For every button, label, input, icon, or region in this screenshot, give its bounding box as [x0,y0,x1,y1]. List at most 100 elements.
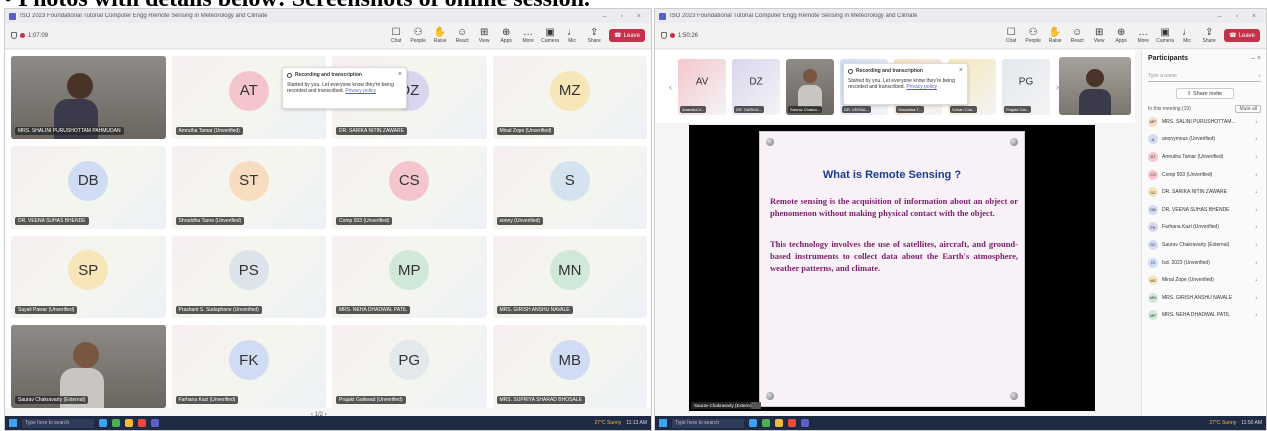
right-taskbar: Type here to search 27°C Sunny 11:50 AM [655,416,1266,430]
pin-icon [766,138,774,146]
participant-row[interactable]: Aanonymous (Unverified) ♩ [1148,131,1261,149]
chevron-left-icon[interactable]: ‹ [669,82,672,92]
close-icon[interactable]: × [398,71,402,78]
participant-row[interactable]: IS Isd. 2023 (Unverified) ♩ [1148,254,1261,272]
toolbar-button-share[interactable]: ⇪ Share [583,27,605,44]
toolbar-label: More [1137,38,1149,44]
participant-row[interactable]: MP MRS. SALINI PURUSHOTTAM... ♩ [1148,113,1261,131]
teams-icon[interactable] [151,419,159,427]
taskbar-search[interactable]: Type here to search [22,418,94,428]
toolbar-button-people[interactable]: ⚇ People [407,27,429,44]
leave-button[interactable]: ☎ Leave [609,29,645,42]
toolbar-button-react[interactable]: ☺ React [1066,27,1088,44]
participant-tile[interactable]: PG Prajakt Gaikwad (Unverified) [332,325,487,408]
share-invite-button[interactable]: ⇪ Share invite [1175,88,1234,99]
participant-tile[interactable]: DB DR. VEENA SUHAS BHENDE [11,145,166,229]
participant-tile[interactable]: MRS. SHALINI PURUSHOTTAM PAHMUDAN [11,56,166,139]
participant-tile[interactable]: AV Anamika V... [678,58,726,115]
participant-name: MRS. NEHA DHADWAL PATIL [1162,312,1231,319]
task-view-icon[interactable] [749,419,757,427]
toolbar-label: Camera [1156,38,1175,44]
participant-tile[interactable]: DZ DR. SARIKA... [732,58,780,115]
participant-row[interactable]: CS Comp 503 (Unverified) ♩ [1148,166,1261,184]
participant-tile[interactable]: CS Comp 503 (Unverified) [332,145,487,229]
teams-icon[interactable] [801,419,809,427]
participant-search-input[interactable]: Type a name ⌕ [1148,71,1261,82]
avatar: PG [1018,76,1034,88]
app-icon[interactable] [788,419,796,427]
participant-tile[interactable]: Ssonny (Unverified) [492,145,647,229]
participant-row[interactable]: DZ DR. SARIKA NITIN ZAWARE ♩ [1148,183,1261,201]
stage-control-icon[interactable] [751,402,761,409]
toolbar-label: Raise [433,38,447,44]
toolbar-button-chat[interactable]: ☐ Chat [1000,27,1022,44]
shared-content-stage: What is Remote Sensing ? Remote sensing … [689,125,1095,411]
toolbar-button-apps[interactable]: ⊕ Apps [1110,27,1132,44]
toolbar-button-raise[interactable]: ✋ Raise [1044,27,1066,44]
taskbar-search[interactable]: Type here to search [672,418,744,428]
toolbar-button-view[interactable]: ⊞ View [473,27,495,44]
windows-start-icon[interactable] [659,419,667,427]
pin-icon [1010,392,1018,400]
app-icon[interactable] [138,419,146,427]
participant-row[interactable]: MP MRS. NEHA DHADWAL PATIL ♩ [1148,307,1261,325]
participant-row[interactable]: FK Farhana Kazi (Unverified) ♩ [1148,219,1261,237]
participant-name: Saurav Chakra... [788,105,823,113]
participant-row[interactable]: MN MRS. GIRISH ANSHU NAVALE ♩ [1148,289,1261,307]
window-controls[interactable]: – ▫ × [1218,13,1262,20]
slide-paragraph-1: Remote sensing is the acquisition of inf… [770,196,1018,218]
participant-tile[interactable]: FK Farhana Kazi (Unverified) [171,325,326,408]
participant-name: MRS. SALINI PURUSHOTTAM... [1162,118,1236,125]
toolbar-button-mic[interactable]: ♩ Mic [1176,27,1198,44]
chrome-icon[interactable] [762,419,770,427]
participant-tile[interactable]: ST Shraddha Tarne (Unverified) [171,145,326,229]
toolbar-button-more[interactable]: … More [517,27,539,44]
toolbar-button-react[interactable]: ☺ React [451,27,473,44]
participant-row[interactable]: MZ Minal Zope (Unverified) ♩ [1148,271,1261,289]
windows-start-icon[interactable] [9,419,17,427]
participant-tile[interactable]: MB MRS. SUPRIYA SHARAD BHOSALE [492,325,647,408]
toolbar-button-people[interactable]: ⚇ People [1022,27,1044,44]
toolbar-button-view[interactable]: ⊞ View [1088,27,1110,44]
toolbar-button-raise[interactable]: ✋ Raise [429,27,451,44]
toolbar-button-apps[interactable]: ⊕ Apps [495,27,517,44]
teams-icon [9,12,16,20]
avatar: FK [228,340,269,380]
toolbar-button-chat[interactable]: ☐ Chat [385,27,407,44]
participant-row[interactable]: DB DR. VEENA SUHAS BHENDE ♩ [1148,201,1261,219]
toolbar-button-share[interactable]: ⇪ Share [1198,27,1220,44]
leave-button[interactable]: ☎ Leave [1224,29,1260,42]
participant-name: Farhana Kazi (Unverified) [175,396,239,404]
explorer-icon[interactable] [775,419,783,427]
toolbar-button-camera[interactable]: ▣ Camera [1154,27,1176,44]
close-icon[interactable]: × [959,67,963,74]
chrome-icon[interactable] [112,419,120,427]
toolbar-button-mic[interactable]: ♩ Mic [561,27,583,44]
window-controls[interactable]: – ▫ × [603,13,647,20]
clock-text: 11:50 AM [1241,420,1262,426]
mute-all-button[interactable]: Mute all [1235,105,1261,113]
panel-controls[interactable]: – × [1251,55,1261,62]
privacy-link[interactable]: Privacy policy [345,88,376,94]
toolbar-button-camera[interactable]: ▣ Camera [539,27,561,44]
participant-tile[interactable]: MZ Minal Zope (Unverified) [492,56,647,139]
explorer-icon[interactable] [125,419,133,427]
participant-row[interactable]: AT Amrutha Tamar (Unverified) ♩ [1148,148,1261,166]
participant-tile[interactable]: MP MRS. NEHA DHADWAL PATIL [332,235,487,319]
participant-row[interactable]: SC Saurav Chakravarty (External) ♩ [1148,236,1261,254]
participant-tile[interactable]: Saurav Chakra... [786,58,834,115]
people-icon: ⚇ [1028,27,1038,38]
participant-tile[interactable]: SP Sayali Pawar (Unverified) [11,235,166,319]
teams-icon [659,12,666,20]
participant-name: DR. VEENA SUHAS BHENDE [1162,206,1230,213]
section-header[interactable]: In this meeting (19) [1148,106,1191,112]
participant-tile[interactable]: PG Prajakt Gai... [1002,58,1050,115]
participant-tile[interactable]: PS Prashant S. Sudaphane (Unverified) [171,235,326,319]
self-view-video[interactable] [1059,57,1131,115]
privacy-link[interactable]: Privacy policy [906,84,937,90]
participant-tile[interactable]: MN MRS. GIRISH ANSHU NAVALE [492,235,647,319]
shield-icon [11,32,17,39]
participant-tile[interactable]: Saurav Chakravarty (External) [11,325,166,408]
toolbar-button-more[interactable]: … More [1132,27,1154,44]
task-view-icon[interactable] [99,419,107,427]
